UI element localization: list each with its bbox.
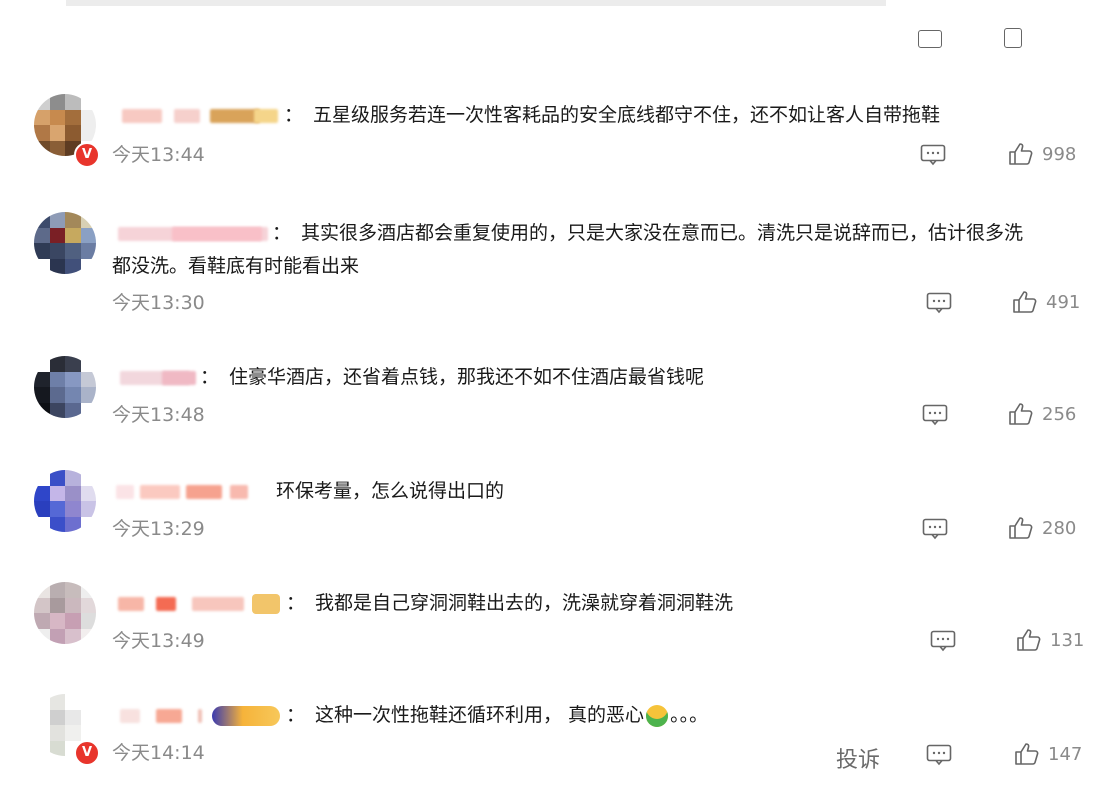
comment-time: 今天13:30 xyxy=(112,292,205,314)
comment-line: ：五星级服务若连一次性客耗品的安全底线都守不住，还不如让客人自带拖鞋 xyxy=(112,98,1092,132)
comment-text-continued: 都没洗。看鞋底有时能看出来 xyxy=(112,255,360,277)
like-button[interactable]: 998 xyxy=(1008,142,1076,166)
top-divider xyxy=(66,0,886,6)
like-button[interactable]: 131 xyxy=(1016,628,1084,652)
blurred-username[interactable] xyxy=(112,225,268,243)
blurred-username[interactable] xyxy=(112,707,208,725)
verified-badge-icon: V xyxy=(74,142,100,168)
avatar[interactable] xyxy=(34,212,96,274)
like-button[interactable]: 280 xyxy=(1008,516,1076,540)
previous-comment-partial xyxy=(0,26,1102,50)
like-button[interactable]: 491 xyxy=(1012,290,1080,314)
thumbs-up-icon xyxy=(1009,517,1033,539)
reply-button[interactable] xyxy=(926,292,952,314)
thumbs-up-icon xyxy=(1009,403,1033,425)
like-button[interactable]: 256 xyxy=(1008,402,1076,426)
like-count: 998 xyxy=(1042,143,1077,165)
medal-icon xyxy=(252,593,280,614)
comment-time: 今天13:48 xyxy=(112,404,205,426)
like-icon[interactable] xyxy=(1004,28,1022,48)
medal-icon xyxy=(212,705,280,726)
comment-text-tail: 。。。 xyxy=(670,704,709,726)
like-count: 491 xyxy=(1046,291,1081,313)
thumbs-up-icon xyxy=(1013,291,1037,313)
comment-line: ：这种一次性拖鞋还循环利用， 真的恶心。。。 xyxy=(112,698,1092,732)
comment-time: 今天13:29 xyxy=(112,518,205,540)
avatar[interactable] xyxy=(34,582,96,644)
reply-button[interactable] xyxy=(922,404,948,426)
comment-line: 环保考量，怎么说得出口的 xyxy=(112,474,1092,508)
thumbs-up-icon xyxy=(1017,629,1041,651)
comment-icon xyxy=(926,744,952,766)
blurred-username[interactable] xyxy=(112,483,262,501)
reply-button[interactable] xyxy=(926,744,952,766)
reply-button[interactable] xyxy=(920,144,946,166)
comment-line: ：住豪华酒店，还省着点钱，那我还不如不住酒店最省钱呢 xyxy=(112,360,1092,394)
comment-icon xyxy=(920,144,946,166)
comment-icon xyxy=(922,518,948,540)
comment-text: 我都是自己穿洞洞鞋出去的，洗澡就穿着洞洞鞋洗 xyxy=(315,592,734,614)
like-button[interactable]: 147 xyxy=(1014,742,1082,766)
comment-line: ：其实很多酒店都会重复使用的，只是大家没在意而已。清洗只是说辞而已，估计很多洗 xyxy=(112,216,1092,250)
comment-text: 这种一次性拖鞋还循环利用， 真的恶心 xyxy=(315,704,645,726)
report-button[interactable]: 投诉 xyxy=(836,742,880,774)
verified-badge-icon: V xyxy=(74,740,100,766)
thumbs-up-icon xyxy=(1009,143,1033,165)
like-count: 280 xyxy=(1042,517,1077,539)
comment-time: 今天14:14 xyxy=(112,742,205,764)
like-count: 131 xyxy=(1050,629,1085,651)
comment-line: ：我都是自己穿洞洞鞋出去的，洗澡就穿着洞洞鞋洗 xyxy=(112,586,1092,620)
blurred-username[interactable] xyxy=(112,595,248,613)
like-count: 256 xyxy=(1042,403,1077,425)
comment-text: 住豪华酒店，还省着点钱，那我还不如不住酒店最省钱呢 xyxy=(229,366,705,388)
like-count: 147 xyxy=(1048,743,1083,765)
comment-text: 五星级服务若连一次性客耗品的安全底线都守不住，还不如让客人自带拖鞋 xyxy=(313,104,941,126)
nauseated-emoji-icon xyxy=(646,704,669,727)
blurred-username[interactable] xyxy=(112,107,280,125)
blurred-username[interactable] xyxy=(112,369,196,387)
avatar[interactable] xyxy=(34,356,96,418)
comment-icon xyxy=(926,292,952,314)
comment-time: 今天13:44 xyxy=(112,144,205,166)
comment-text: 其实很多酒店都会重复使用的，只是大家没在意而已。清洗只是说辞而已，估计很多洗 xyxy=(301,222,1024,244)
reply-button[interactable] xyxy=(922,518,948,540)
comment-line-2: 都没洗。看鞋底有时能看出来 xyxy=(112,249,1092,283)
comment-icon xyxy=(930,630,956,652)
reply-button[interactable] xyxy=(930,630,956,652)
comment-text: 环保考量，怎么说得出口的 xyxy=(276,480,505,502)
thumbs-up-icon xyxy=(1015,743,1039,765)
avatar[interactable] xyxy=(34,470,96,532)
comment-icon xyxy=(922,404,948,426)
comment-icon[interactable] xyxy=(918,30,942,48)
comment-time: 今天13:49 xyxy=(112,630,205,652)
